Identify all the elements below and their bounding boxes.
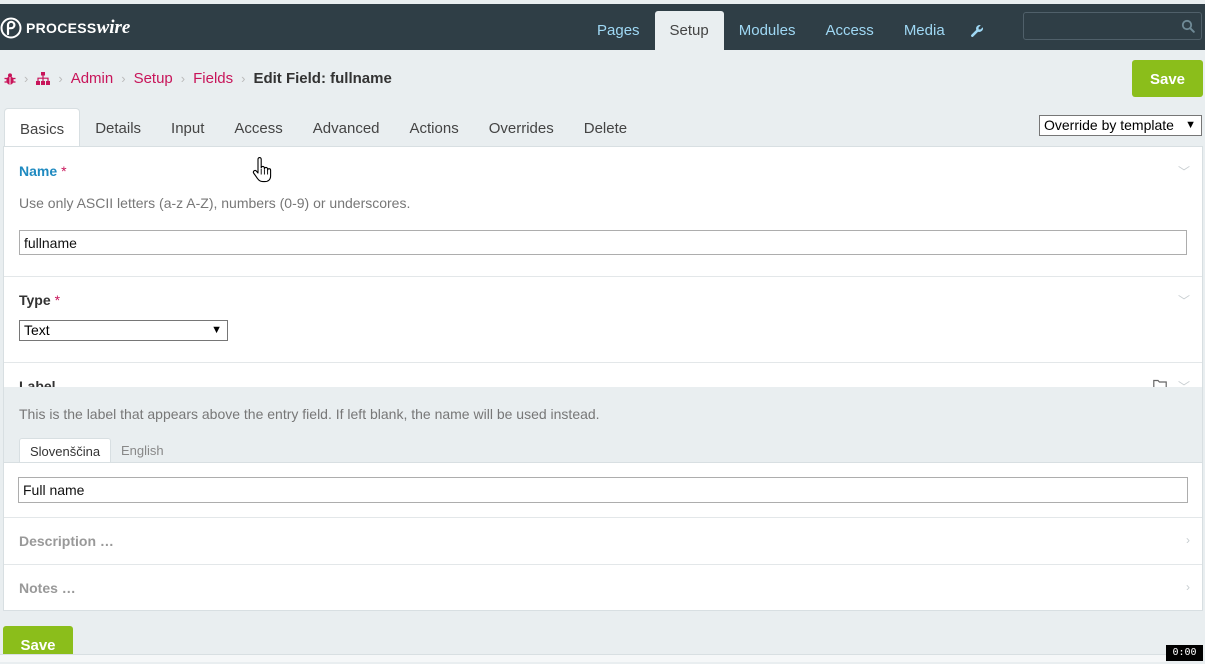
main-nav: Pages Setup Modules Access Media bbox=[582, 11, 994, 50]
tab-advanced[interactable]: Advanced bbox=[298, 108, 395, 147]
nav-tools[interactable] bbox=[960, 11, 994, 50]
nav-setup[interactable]: Setup bbox=[654, 11, 724, 50]
type-select-value: Text bbox=[24, 322, 50, 338]
nav-pages[interactable]: Pages bbox=[582, 11, 655, 50]
name-input[interactable] bbox=[19, 230, 1187, 255]
breadcrumb-setup[interactable]: Setup bbox=[134, 70, 173, 87]
search-input[interactable] bbox=[1023, 12, 1202, 40]
field-tabs: Basics Details Input Access Advanced Act… bbox=[4, 108, 642, 147]
type-field-label[interactable]: Type * bbox=[19, 292, 60, 308]
name-field-label[interactable]: Name * bbox=[19, 163, 67, 179]
breadcrumb-separator: › bbox=[58, 71, 63, 86]
override-template-select[interactable]: Override by template ▼ bbox=[1039, 115, 1202, 136]
breadcrumb: › › Admin › Setup › Fields › Edit Field:… bbox=[4, 70, 392, 87]
search-icon bbox=[1181, 19, 1195, 33]
description-field-section[interactable]: Description … › bbox=[4, 518, 1202, 565]
basics-panel: Name * ﹀ Use only ASCII letters (a-z A-Z)… bbox=[3, 146, 1203, 611]
label-field-section: Label ﹀ This is the label that appears a… bbox=[4, 363, 1202, 518]
breadcrumb-admin[interactable]: Admin bbox=[71, 70, 114, 87]
label-field-description: This is the label that appears above the… bbox=[19, 406, 600, 422]
chevron-right-icon[interactable]: › bbox=[1186, 533, 1190, 547]
notes-field-label[interactable]: Notes … bbox=[19, 580, 76, 596]
type-select[interactable]: Text ▼ bbox=[19, 320, 228, 341]
override-select-value: Override by template bbox=[1044, 117, 1174, 133]
nav-media[interactable]: Media bbox=[889, 11, 960, 50]
page-title: Edit Field: fullname bbox=[253, 70, 392, 87]
breadcrumb-separator: › bbox=[180, 71, 186, 86]
save-button-top[interactable]: Save bbox=[1132, 60, 1203, 97]
name-field-section: Name * ﹀ Use only ASCII letters (a-z A-Z)… bbox=[4, 147, 1202, 277]
dropdown-arrow-icon: ▼ bbox=[211, 324, 222, 336]
breadcrumb-separator: › bbox=[241, 71, 246, 86]
label-input[interactable] bbox=[18, 477, 1188, 503]
tab-input[interactable]: Input bbox=[156, 108, 219, 147]
type-field-section: Type * ﹀ Text ▼ bbox=[4, 277, 1202, 363]
bug-icon[interactable] bbox=[4, 72, 16, 86]
tab-actions[interactable]: Actions bbox=[395, 108, 474, 147]
hand-cursor-icon bbox=[252, 157, 272, 183]
processwire-logo[interactable]: PROCESSwire bbox=[0, 17, 130, 39]
tab-details[interactable]: Details bbox=[80, 108, 156, 147]
tab-access[interactable]: Access bbox=[219, 108, 297, 147]
processwire-logo-icon bbox=[0, 17, 22, 39]
language-tab-english[interactable]: English bbox=[111, 438, 174, 462]
tab-delete[interactable]: Delete bbox=[569, 108, 642, 147]
breadcrumb-separator: › bbox=[24, 71, 29, 86]
notes-field-section[interactable]: Notes … › bbox=[4, 565, 1202, 610]
nav-modules[interactable]: Modules bbox=[724, 11, 811, 50]
recording-timer: 0:00 bbox=[1166, 645, 1203, 661]
description-field-label[interactable]: Description … bbox=[19, 533, 114, 549]
wrench-icon bbox=[970, 24, 983, 37]
nav-access[interactable]: Access bbox=[810, 11, 888, 50]
divider bbox=[4, 462, 1202, 463]
dropdown-arrow-icon: ▼ bbox=[1185, 119, 1196, 131]
language-tab-slovenscina[interactable]: Slovenščina bbox=[19, 438, 112, 462]
breadcrumb-separator: › bbox=[121, 71, 126, 86]
label-description-area bbox=[4, 387, 1202, 463]
tab-basics[interactable]: Basics bbox=[4, 108, 81, 147]
top-bar: PROCESSwire Pages Setup Modules Access M… bbox=[0, 4, 1205, 50]
sitemap-icon[interactable] bbox=[36, 72, 51, 85]
chevron-down-icon[interactable]: ﹀ bbox=[1178, 292, 1190, 309]
chevron-down-icon[interactable]: ﹀ bbox=[1178, 163, 1190, 180]
chevron-right-icon[interactable]: › bbox=[1186, 580, 1190, 594]
name-field-description: Use only ASCII letters (a-z A-Z), number… bbox=[19, 195, 411, 211]
brand-name: PROCESSwire bbox=[26, 17, 131, 38]
tab-overrides[interactable]: Overrides bbox=[474, 108, 569, 147]
breadcrumb-fields[interactable]: Fields bbox=[193, 70, 233, 87]
